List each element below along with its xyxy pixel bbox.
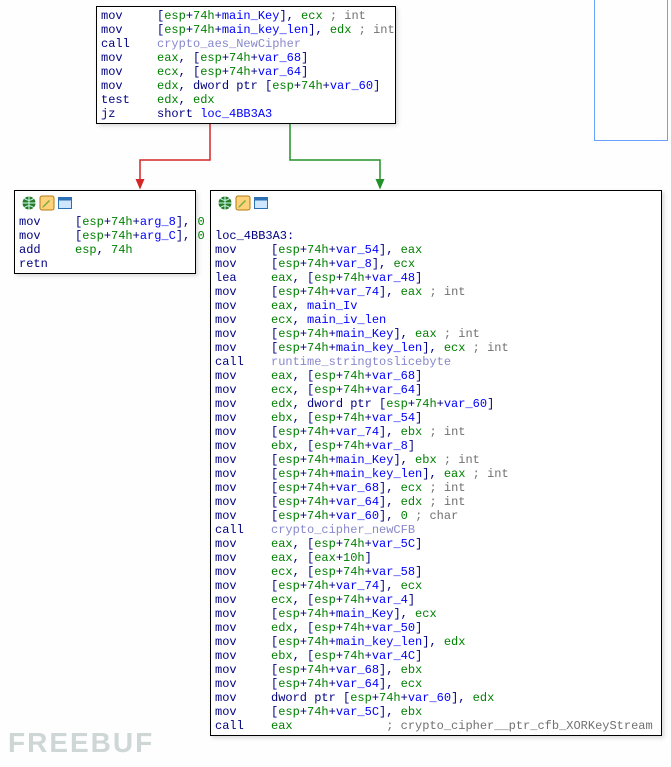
node-toolbar [21,195,191,211]
edit-icon [235,195,251,211]
window-icon [57,195,73,211]
edit-icon [39,195,55,211]
basic-block-left[interactable]: mov[esp+74h+arg_8], 0 mov[esp+74h+arg_C]… [14,190,196,274]
external-node-edge [594,0,668,141]
window-icon [253,195,269,211]
watermark-text: FREEBUF [8,727,154,759]
false-edge [140,124,210,188]
node-toolbar [217,195,657,211]
disassembly-graph-canvas[interactable]: { "watermark": "FREEBUF", "nodes": { "to… [0,0,671,767]
true-edge [290,124,380,188]
globe-icon [21,195,37,211]
code-block: mov[esp+74h+main_Key], ecx ; int mov[esp… [97,7,395,123]
basic-block-right[interactable]: loc_4BB3A3: mov[esp+74h+var_54], eax mov… [210,190,662,736]
globe-icon [217,195,233,211]
code-block: mov[esp+74h+arg_8], 0 mov[esp+74h+arg_C]… [19,215,191,271]
basic-block-top[interactable]: mov[esp+74h+main_Key], ecx ; int mov[esp… [96,6,396,124]
code-block: loc_4BB3A3: mov[esp+74h+var_54], eax mov… [215,215,657,733]
